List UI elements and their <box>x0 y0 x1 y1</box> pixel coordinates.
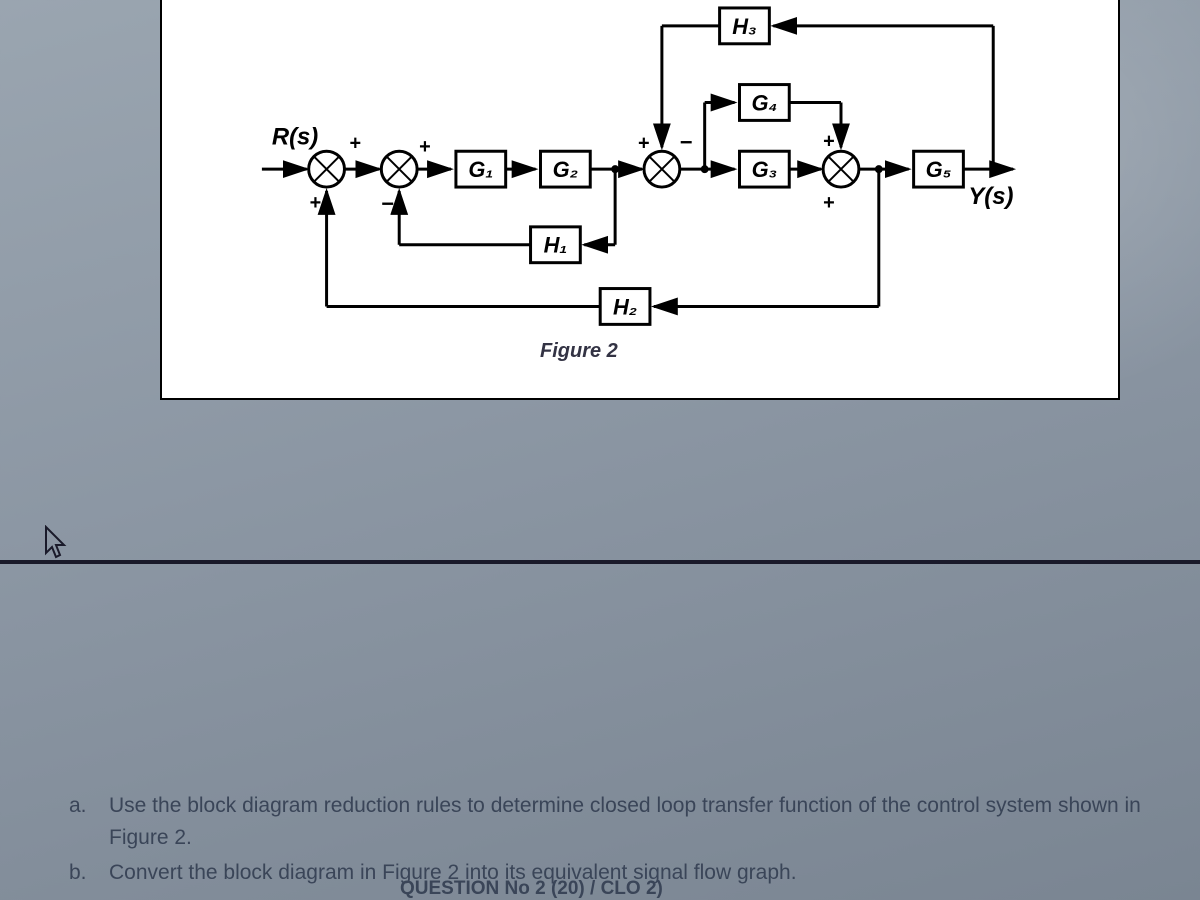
svg-text:+: + <box>310 192 322 214</box>
section-divider <box>0 560 1200 564</box>
question-a: a. Use the block diagram reduction rules… <box>65 790 1160 853</box>
svg-text:+: + <box>823 192 835 214</box>
block-diagram-container: R(s) + + + − <box>160 0 1120 400</box>
question-b-marker: b. <box>65 857 109 889</box>
svg-text:−: − <box>680 129 693 154</box>
block-g3: G₃ <box>740 151 790 187</box>
block-h2: H₂ <box>600 289 650 325</box>
svg-text:H₂: H₂ <box>613 294 637 319</box>
figure-caption: Figure 2 <box>540 340 618 363</box>
block-g2: G₂ <box>541 151 591 187</box>
svg-text:−: − <box>381 191 394 216</box>
svg-text:H₃: H₃ <box>732 14 756 39</box>
page-content: R(s) + + + − <box>0 0 1200 900</box>
summing-junction-2: + − <box>381 136 430 216</box>
summing-junction-3: + − <box>638 129 693 187</box>
svg-text:+: + <box>823 130 835 152</box>
block-h1: H₁ <box>531 227 581 263</box>
svg-text:G₃: G₃ <box>752 157 778 182</box>
block-h3: H₃ <box>720 8 770 44</box>
svg-text:G₁: G₁ <box>468 157 493 182</box>
svg-text:G₅: G₅ <box>926 157 952 182</box>
block-diagram-svg: R(s) + + + − <box>162 0 1118 398</box>
output-label: Y(s) <box>968 183 1013 210</box>
footer-cutoff-text: QUESTION No 2 (20) / CLO 2) <box>400 878 663 900</box>
block-g4: G₄ <box>740 85 790 121</box>
question-a-text: Use the block diagram reduction rules to… <box>109 790 1160 853</box>
svg-text:G₂: G₂ <box>553 157 578 182</box>
svg-text:G₄: G₄ <box>751 90 777 115</box>
question-a-marker: a. <box>65 790 109 853</box>
input-label: R(s) <box>272 123 318 150</box>
svg-text:H₁: H₁ <box>544 233 568 258</box>
block-g5: G₅ <box>914 151 964 187</box>
svg-text:+: + <box>349 132 361 154</box>
svg-text:+: + <box>419 136 431 158</box>
svg-text:+: + <box>638 132 650 154</box>
block-g1: G₁ <box>456 151 506 187</box>
